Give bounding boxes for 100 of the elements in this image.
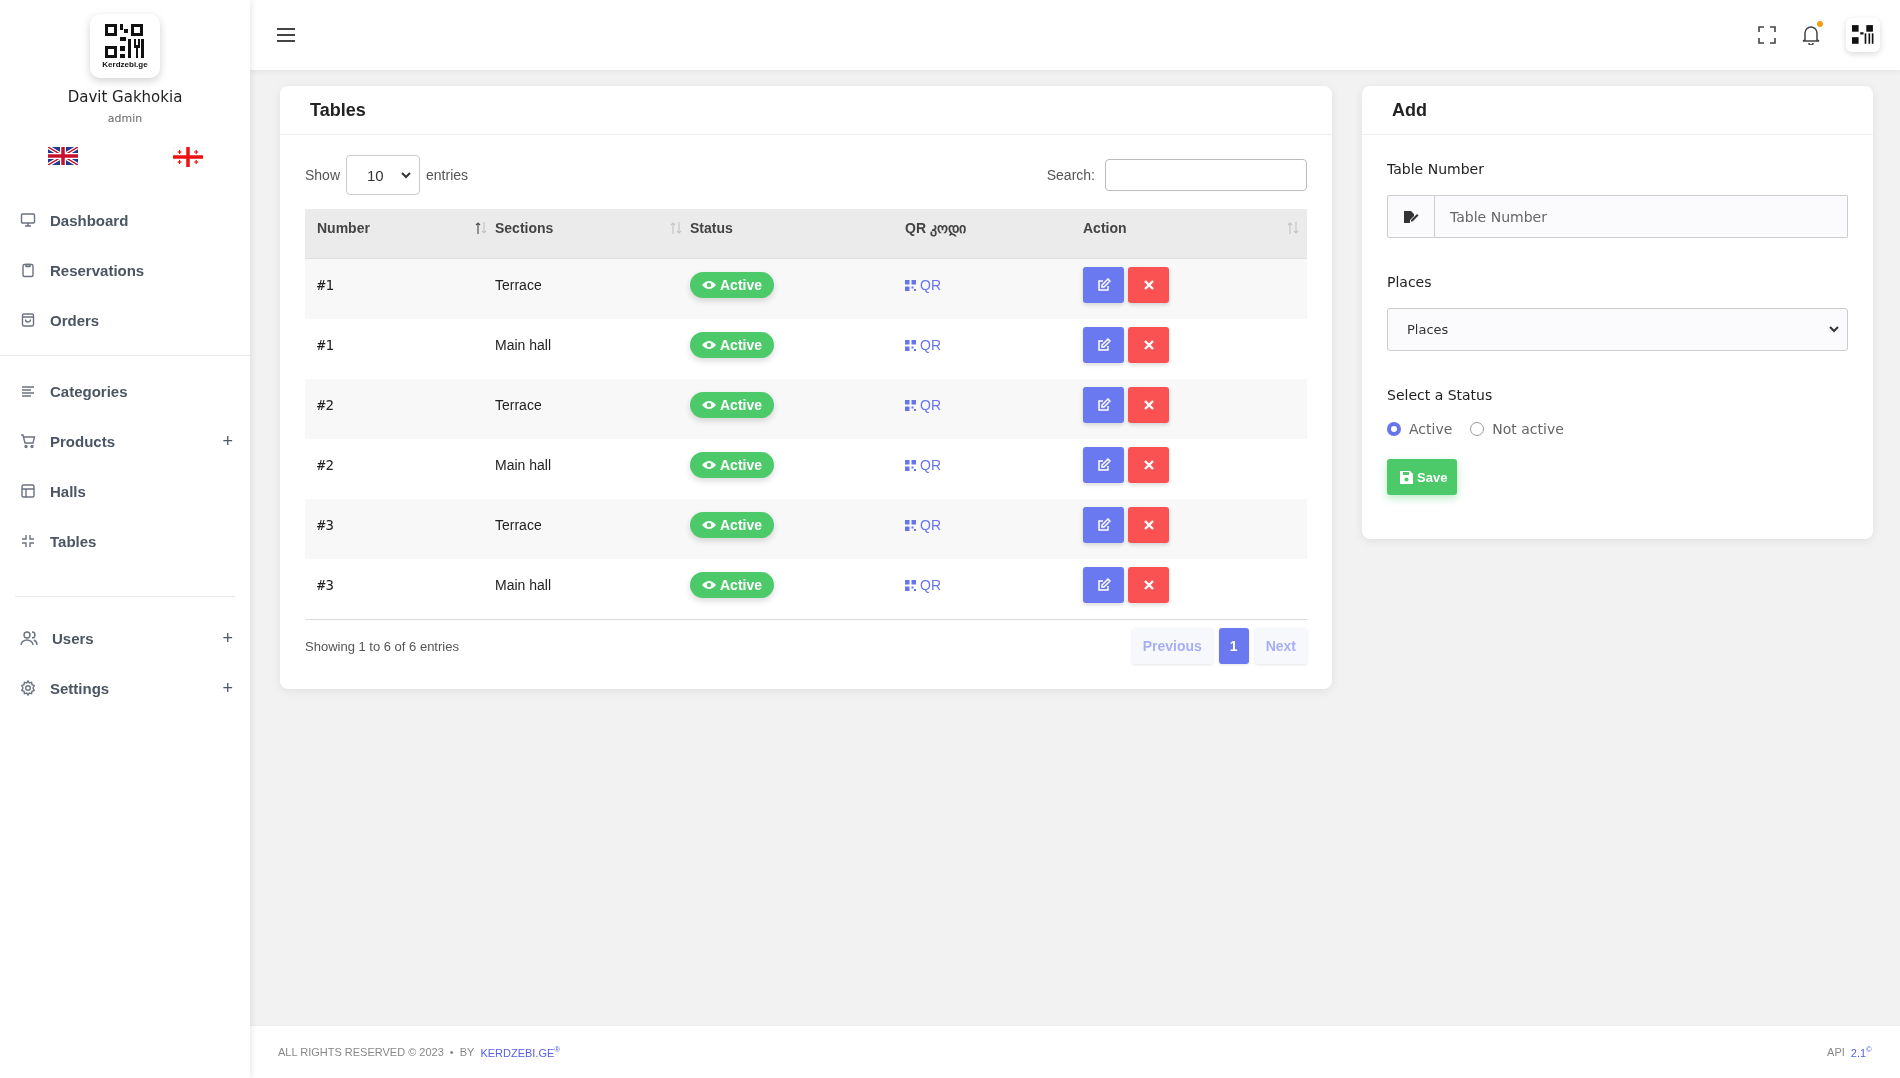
eye-icon <box>702 460 716 470</box>
page-size-select[interactable]: 10 <box>346 155 421 195</box>
entries-label: entries <box>426 167 469 183</box>
places-select[interactable]: Places <box>1387 308 1848 351</box>
chevron-down-icon <box>401 171 412 179</box>
sidebar-item[interactable]: Tables <box>0 516 250 566</box>
sort-icon[interactable] <box>475 220 487 235</box>
edit-icon <box>1096 338 1111 352</box>
page-button[interactable]: 1 <box>1218 628 1249 664</box>
sidebar-item[interactable]: Halls <box>0 466 250 516</box>
clipboard-icon <box>20 262 36 278</box>
eye-icon <box>702 400 716 410</box>
menu-icon[interactable] <box>277 28 295 42</box>
delete-button[interactable] <box>1128 507 1169 543</box>
edit-icon <box>1096 458 1111 472</box>
api-label: API <box>1827 1046 1845 1058</box>
qr-link[interactable]: QR <box>905 577 941 593</box>
status-badge: Active <box>690 572 775 598</box>
sidebar-item[interactable]: Settings + <box>15 663 235 713</box>
sidebar-item[interactable]: Reservations <box>0 245 250 295</box>
table-cell-text: Main hall <box>495 336 553 355</box>
qr-link[interactable]: QR <box>905 337 941 353</box>
column-header: Status <box>690 209 905 259</box>
column-header[interactable]: Number <box>305 209 495 259</box>
qr-code-icon <box>905 399 916 411</box>
table-cell-text: #2 <box>316 456 335 475</box>
status-badge: Active <box>690 332 775 358</box>
status-radio[interactable]: Not active <box>1470 421 1564 437</box>
fullscreen-icon[interactable] <box>1758 26 1776 44</box>
qr-code-icon <box>905 579 916 591</box>
table-number-field[interactable]: Table Number <box>1435 195 1848 238</box>
edit-note-icon <box>1403 209 1419 224</box>
qr-link[interactable]: QR <box>905 397 941 413</box>
delete-button[interactable] <box>1128 447 1169 483</box>
cart-icon <box>20 433 36 449</box>
notification-bell-icon[interactable] <box>1802 25 1820 45</box>
copyright-text: ALL RIGHTS RESERVED © 2023 <box>278 1046 444 1058</box>
georgian-flag-icon[interactable] <box>172 147 203 167</box>
card-title: Add <box>1392 99 1427 121</box>
edit-icon <box>1096 278 1111 292</box>
expand-toggle[interactable]: + <box>222 430 233 452</box>
search-label: Search: <box>1046 167 1095 183</box>
edit-button[interactable] <box>1083 567 1124 603</box>
table-cell-text: #3 <box>316 576 335 595</box>
qr-logo-icon <box>1852 24 1874 46</box>
field-label: Select a Status <box>1387 387 1494 403</box>
column-header[interactable]: Sections <box>495 209 690 259</box>
sidebar-item[interactable]: Users + <box>15 613 235 663</box>
table-cell-text: Main hall <box>495 576 553 595</box>
close-icon <box>1143 580 1154 590</box>
search-field[interactable] <box>1105 159 1307 191</box>
edit-button[interactable] <box>1083 507 1124 543</box>
qr-link[interactable]: QR <box>905 457 941 473</box>
close-icon <box>1143 340 1154 350</box>
company-link[interactable]: KERDZEBI.GE$^{®}$ <box>480 1045 561 1059</box>
user-name: Davit Gakhokia <box>67 88 183 106</box>
qr-logo-icon <box>105 23 145 60</box>
entries-info: Showing 1 to 6 of 6 entries <box>305 638 459 654</box>
british-flag-icon[interactable] <box>47 147 78 165</box>
sidebar-item[interactable]: Categories <box>0 366 250 416</box>
qr-link[interactable]: QR <box>905 277 941 293</box>
expand-toggle[interactable]: + <box>222 677 233 699</box>
sidebar-item[interactable]: Orders <box>0 295 250 345</box>
delete-button[interactable] <box>1128 327 1169 363</box>
edit-icon <box>1096 398 1111 412</box>
collapse-icon <box>20 533 36 549</box>
delete-button[interactable] <box>1128 387 1169 423</box>
close-icon <box>1143 280 1154 290</box>
eye-icon <box>702 580 716 590</box>
field-label: Table Number <box>1387 161 1485 177</box>
show-label: Show <box>305 167 341 183</box>
close-icon <box>1143 400 1154 410</box>
edit-button[interactable] <box>1083 327 1124 363</box>
table-cell: Terrace <box>495 259 690 319</box>
card-title: Tables <box>310 99 366 121</box>
delete-button[interactable] <box>1128 567 1169 603</box>
edit-button[interactable] <box>1083 387 1124 423</box>
qr-code-icon <box>905 519 916 531</box>
status-radio[interactable]: Active <box>1387 421 1453 437</box>
eye-icon <box>702 340 716 350</box>
status-badge: Active <box>690 512 775 538</box>
api-version: 2.1$^{©}$ <box>1850 1045 1872 1059</box>
chevron-down-icon <box>1829 326 1839 333</box>
edit-button[interactable] <box>1083 267 1124 303</box>
delete-button[interactable] <box>1128 267 1169 303</box>
qr-link[interactable]: QR <box>905 517 941 533</box>
edit-icon <box>1096 518 1111 532</box>
sidebar-item[interactable]: Products + <box>0 416 250 466</box>
expand-toggle[interactable]: + <box>222 627 233 649</box>
qr-code-icon <box>905 339 916 351</box>
edit-button[interactable] <box>1083 447 1124 483</box>
list-icon <box>20 383 36 399</box>
table-cell: Terrace <box>495 379 690 439</box>
qr-code-icon <box>905 279 916 291</box>
close-icon <box>1143 460 1154 470</box>
sidebar-item[interactable]: Dashboard <box>0 195 250 245</box>
close-icon <box>1143 520 1154 530</box>
shopping-bag-icon <box>20 312 36 328</box>
layout-icon <box>20 483 36 499</box>
column-header[interactable]: Action <box>1083 209 1307 259</box>
